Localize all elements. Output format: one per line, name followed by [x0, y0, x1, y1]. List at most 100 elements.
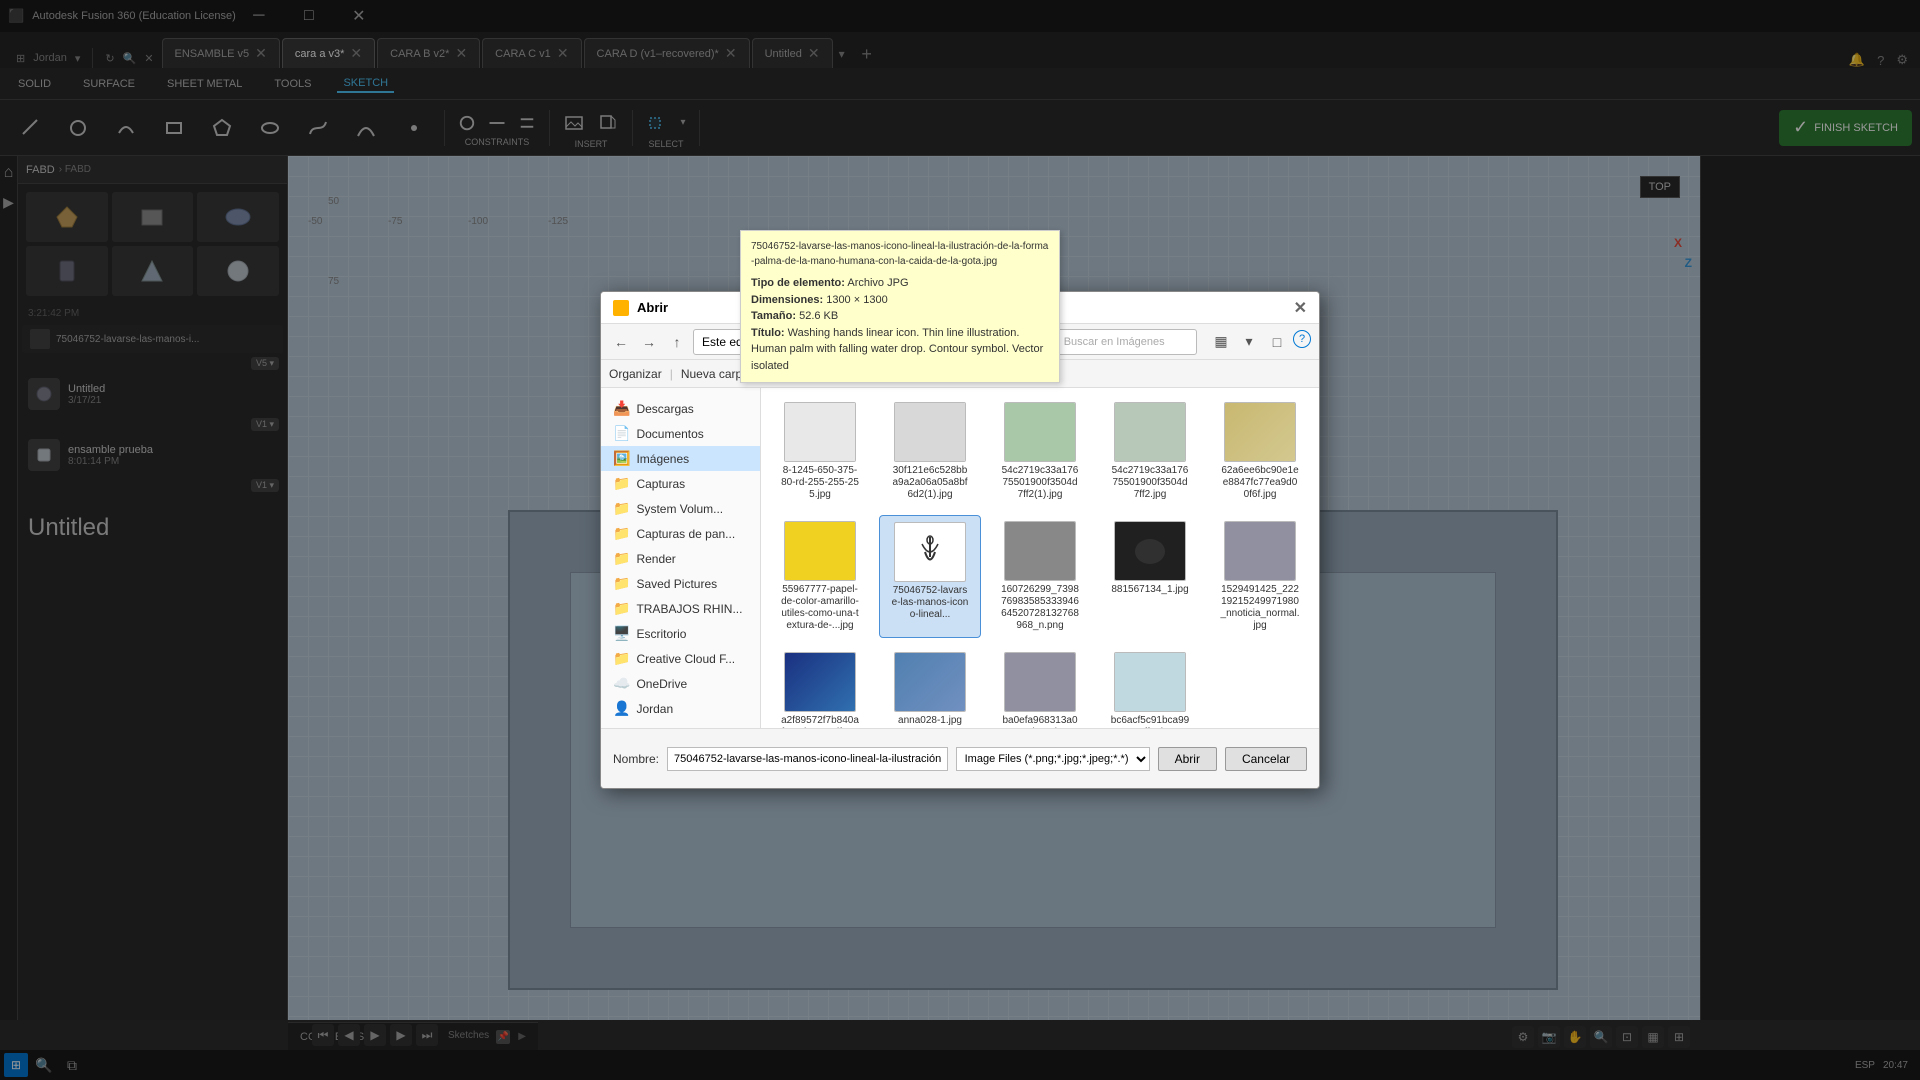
- view-dropdown[interactable]: ▾: [1237, 330, 1261, 354]
- file-item-2[interactable]: 54c2719c33a17675501900f3504d7ff2(1).jpg: [989, 396, 1091, 507]
- tooltip-filesize-label: Tamaño:: [751, 310, 796, 322]
- file-name-7: 160726299_739876983585333946645207281327…: [1000, 584, 1080, 632]
- tooltip-size-label: Dimensiones:: [751, 294, 823, 306]
- sidebar-item-label: Saved Pictures: [636, 577, 717, 591]
- sidebar-item-onedrive[interactable]: ☁️OneDrive: [601, 671, 760, 696]
- file-tooltip: 75046752-lavarse-las-manos-icono-lineal-…: [740, 230, 1060, 383]
- tooltip-filesize: Tamaño: 52.6 KB: [751, 308, 1049, 325]
- file-thumb-6: [894, 522, 966, 582]
- sidebar-item-creative-cloud-f---[interactable]: 📁Creative Cloud F...: [601, 646, 760, 671]
- dialog-content[interactable]: 8-1245-650-375-80-rd-255-255-255.jpg 30f1…: [761, 388, 1319, 728]
- sidebar-item-capturas[interactable]: 📁 Capturas: [601, 471, 760, 496]
- file-name-10: a2f89572f7b840af505d853c2df093b9.png: [780, 715, 860, 728]
- file-item-10[interactable]: a2f89572f7b840af505d853c2df093b9.png: [769, 646, 871, 728]
- file-thumb-4: [1224, 402, 1296, 462]
- sidebar-item-icon: 📁: [613, 650, 630, 667]
- dialog-close-button[interactable]: ✕: [1294, 298, 1307, 318]
- file-item-7[interactable]: 160726299_739876983585333946645207281327…: [989, 515, 1091, 638]
- sidebar-item-render[interactable]: 📁Render: [601, 546, 760, 571]
- file-item-1[interactable]: 30f121e6c528bba9a2a06a05a8bf6d2(1).jpg: [879, 396, 981, 507]
- sidebar-item-icon: 👤: [613, 700, 630, 717]
- file-name-6: 75046752-lavarse-las-manos-icono-lineal.…: [890, 585, 970, 621]
- file-thumb-3: [1114, 402, 1186, 462]
- tooltip-size-value: 1300 × 1300: [826, 294, 887, 306]
- sidebar-item-label: Este equipo: [636, 727, 699, 729]
- sidebar-item-descargas[interactable]: 📥Descargas: [601, 396, 760, 421]
- file-thumb-0: [784, 402, 856, 462]
- view-controls: ▦ ▾ □ ?: [1209, 330, 1311, 354]
- sidebar-item-escritorio[interactable]: 🖥️Escritorio: [601, 621, 760, 646]
- dialog-forward-button[interactable]: →: [637, 330, 661, 354]
- dialog-footer: Nombre: Image Files (*.png;*.jpg;*.jpeg;…: [601, 728, 1319, 788]
- dialog-back-button[interactable]: ←: [609, 330, 633, 354]
- file-item-8[interactable]: 881567134_1.jpg: [1099, 515, 1201, 638]
- app-container: ⬛ Autodesk Fusion 360 (Education License…: [0, 0, 1920, 1080]
- dialog-sidebar: 📥Descargas📄Documentos🖼️Imágenes📁Capturas…: [601, 388, 761, 728]
- sidebar-item-system-volum---[interactable]: 📁 System Volum...: [601, 496, 760, 521]
- file-item-13[interactable]: bc6acf5c91bca99ca3089ffeeb0a08890.jpg: [1099, 646, 1201, 728]
- tooltip-type-label: Tipo de elemento:: [751, 277, 845, 289]
- dialog-up-button[interactable]: ↑: [665, 330, 689, 354]
- file-item-9[interactable]: 1529491425_22219215249971980_nnoticia_no…: [1209, 515, 1311, 638]
- open-button[interactable]: Abrir: [1158, 747, 1217, 771]
- file-item-4[interactable]: 62a6ee6bc90e1ee8847fc77ea9d00f6f.jpg: [1209, 396, 1311, 507]
- sidebar-item-icon: 📁: [613, 475, 630, 492]
- sidebar-item-icon: 📁: [613, 575, 630, 592]
- new-folder-btn[interactable]: □: [1265, 330, 1289, 354]
- dialog-body: 📥Descargas📄Documentos🖼️Imágenes📁Capturas…: [601, 388, 1319, 728]
- file-item-12[interactable]: ba0efa968313a09533ada5eda7c4b1ed.jpg: [989, 646, 1091, 728]
- file-thumb-2: [1004, 402, 1076, 462]
- file-thumb-13: [1114, 652, 1186, 712]
- file-name-1: 30f121e6c528bba9a2a06a05a8bf6d2(1).jpg: [890, 465, 970, 501]
- file-grid: 8-1245-650-375-80-rd-255-255-255.jpg 30f1…: [769, 396, 1311, 728]
- tooltip-title-label: Título:: [751, 327, 785, 339]
- file-name-0: 8-1245-650-375-80-rd-255-255-255.jpg: [780, 465, 860, 501]
- sidebar-item-im-genes[interactable]: 🖼️Imágenes: [601, 446, 760, 471]
- view-options[interactable]: ▦: [1209, 330, 1233, 354]
- dialog-icon: [613, 300, 629, 316]
- sidebar-item-documentos[interactable]: 📄Documentos: [601, 421, 760, 446]
- filename-input[interactable]: [667, 747, 948, 771]
- file-thumb-10: [784, 652, 856, 712]
- tooltip-dimensions: Dimensiones: 1300 × 1300: [751, 292, 1049, 309]
- tooltip-title: Título: Washing hands linear icon. Thin …: [751, 325, 1049, 375]
- sidebar-item-label: Escritorio: [636, 627, 686, 641]
- sidebar-item-este-equipo[interactable]: 💻 Este equipo: [601, 721, 760, 728]
- file-item-5[interactable]: 55967777-papel-de-color-amarillo-utiles-…: [769, 515, 871, 638]
- filetype-select[interactable]: Image Files (*.png;*.jpg;*.jpeg;*.*): [956, 747, 1150, 771]
- file-name-11: anna028-1.jpg: [898, 715, 962, 727]
- file-thumb-12: [1004, 652, 1076, 712]
- tooltip-title-value: Washing hands linear icon. Thin line ill…: [751, 327, 1043, 372]
- dialog-search[interactable]: 🔍 Buscar en Imágenes: [1037, 329, 1197, 355]
- dialog-overlay: Abrir ✕ ← → ↑ Este equipo › Imágenes 🔍 B…: [0, 0, 1920, 1080]
- sidebar-item-label: TRABAJOS RHIN...: [636, 602, 742, 616]
- sidebar-item-icon: 📁: [613, 525, 630, 542]
- search-placeholder: Buscar en Imágenes: [1064, 336, 1165, 348]
- file-item-3[interactable]: 54c2719c33a17675501900f3504d7ff2.jpg: [1099, 396, 1201, 507]
- sidebar-item-capturas-de-pan---[interactable]: 📁Capturas de pan...: [601, 521, 760, 546]
- filename-label: Nombre:: [613, 752, 659, 766]
- file-name-8: 881567134_1.jpg: [1111, 584, 1188, 596]
- sidebar-item-trabajos-rhin---[interactable]: 📁TRABAJOS RHIN...: [601, 596, 760, 621]
- sidebar-item-icon: 📄: [613, 425, 630, 442]
- file-thumb-5: [784, 521, 856, 581]
- tooltip-filesize-value: 52.6 KB: [799, 310, 838, 322]
- organize-label[interactable]: Organizar: [609, 367, 662, 381]
- sidebar-item-icon: 💻: [613, 725, 630, 728]
- help-btn[interactable]: ?: [1293, 330, 1311, 348]
- sidebar-item-label: System Volum...: [636, 502, 723, 516]
- file-item-6[interactable]: 75046752-lavarse-las-manos-icono-lineal.…: [879, 515, 981, 638]
- sidebar-item-saved-pictures[interactable]: 📁 Saved Pictures: [601, 571, 760, 596]
- dialog-title-text: Abrir: [637, 300, 668, 315]
- cancel-button[interactable]: Cancelar: [1225, 747, 1307, 771]
- tooltip-filename: 75046752-lavarse-las-manos-icono-lineal-…: [751, 239, 1049, 269]
- sidebar-item-jordan[interactable]: 👤Jordan: [601, 696, 760, 721]
- file-item-11[interactable]: anna028-1.jpg: [879, 646, 981, 728]
- sidebar-item-icon: 📁: [613, 500, 630, 517]
- file-item-0[interactable]: 8-1245-650-375-80-rd-255-255-255.jpg: [769, 396, 871, 507]
- tooltip-type: Tipo de elemento: Archivo JPG: [751, 275, 1049, 292]
- sidebar-item-label: OneDrive: [636, 677, 687, 691]
- file-thumb-8: [1114, 521, 1186, 581]
- sidebar-item-label: Capturas: [636, 477, 685, 491]
- file-thumb-7: [1004, 521, 1076, 581]
